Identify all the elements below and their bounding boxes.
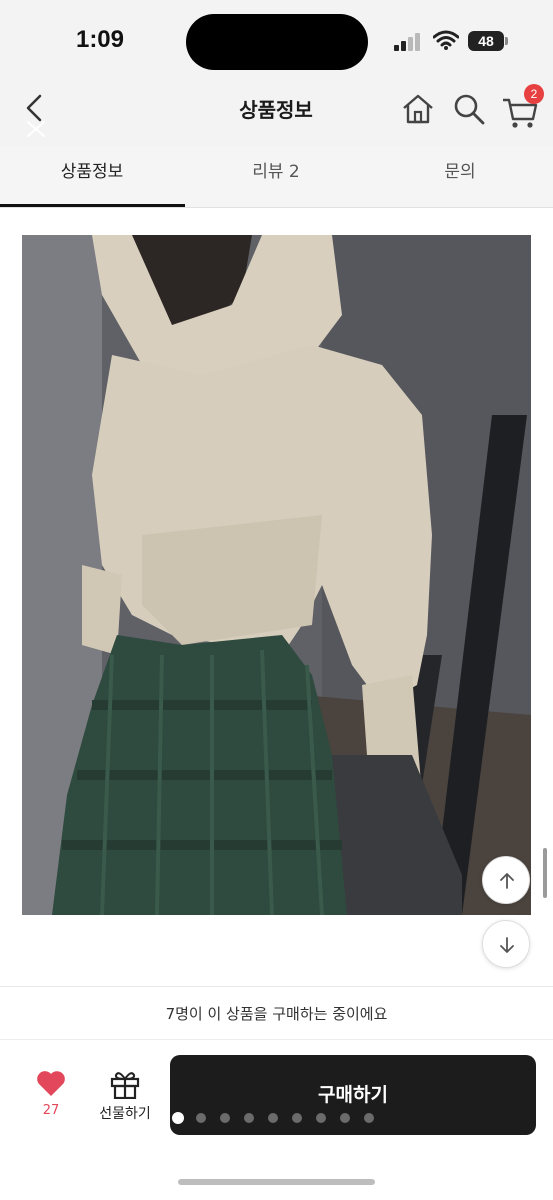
tab-product-info[interactable]: 상품정보 [0, 146, 184, 206]
arrow-down-icon [500, 937, 514, 953]
search-icon[interactable] [452, 92, 486, 126]
carousel-dot[interactable] [340, 1113, 350, 1123]
dynamic-island [186, 14, 368, 70]
wifi-icon [433, 30, 459, 50]
product-photo [22, 235, 531, 915]
like-count: 27 [42, 1103, 60, 1118]
signal-icon [394, 33, 420, 51]
page-title: 상품정보 [239, 98, 313, 122]
like-button[interactable]: 27 [26, 1069, 76, 1129]
carousel-dot[interactable] [316, 1113, 326, 1123]
tab-inquiry[interactable]: 문의 [368, 146, 552, 206]
gift-label: 선물하기 [99, 1106, 151, 1122]
carousel-dot[interactable] [292, 1113, 302, 1123]
home-icon[interactable] [400, 92, 436, 126]
carousel-dot[interactable] [220, 1113, 230, 1123]
gift-button[interactable]: 선물하기 [88, 1069, 162, 1129]
tab-bar: 상품정보 리뷰 2 문의 [0, 146, 553, 208]
back-icon[interactable] [18, 92, 58, 138]
product-detail-content [0, 208, 553, 988]
battery-icon: 48 [468, 31, 504, 51]
status-bar: 1:09 48 [0, 0, 553, 84]
buying-now-message: 7명이 이 상품을 구매하는 중이에요 [165, 1005, 388, 1023]
carousel-dot[interactable] [244, 1113, 254, 1123]
battery-cap [505, 37, 508, 45]
carousel-dot[interactable] [268, 1113, 278, 1123]
carousel-dot[interactable] [172, 1112, 184, 1124]
cart-count-badge: 2 [524, 84, 544, 104]
home-indicator [178, 1179, 375, 1185]
carousel-dot[interactable] [196, 1113, 206, 1123]
carousel-dots [170, 1112, 400, 1125]
scroll-top-button[interactable] [482, 856, 530, 904]
app-header: 상품정보 2 [0, 84, 553, 146]
scrollbar-thumb[interactable] [543, 848, 547, 898]
heart-icon [37, 1071, 65, 1096]
purchase-divider [0, 1039, 553, 1040]
status-time: 1:09 [75, 26, 125, 53]
tab-reviews[interactable]: 리뷰 2 [184, 146, 368, 206]
purchase-bar: 7명이 이 상품을 구매하는 중이에요 27 선물하기 구매하기 [0, 986, 553, 1200]
arrow-up-icon [500, 873, 514, 889]
carousel-dot[interactable] [364, 1113, 374, 1123]
scroll-bottom-button[interactable] [482, 920, 530, 968]
gift-icon [110, 1072, 140, 1099]
